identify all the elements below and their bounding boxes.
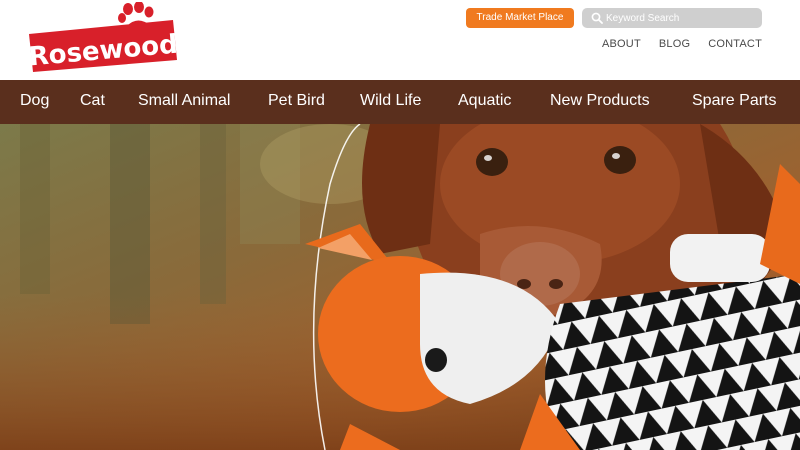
about-link[interactable]: ABOUT xyxy=(602,38,641,50)
nav-item-small-animal[interactable]: Small Animal xyxy=(138,92,230,110)
search-input[interactable] xyxy=(606,8,758,28)
blog-link[interactable]: BLOG xyxy=(659,38,690,50)
nav-item-aquatic[interactable]: Aquatic xyxy=(458,92,511,110)
main-nav: Dog Cat Small Animal Pet Bird Wild Life … xyxy=(0,80,800,124)
hero-image xyxy=(0,124,800,450)
search-icon[interactable] xyxy=(591,12,603,24)
site-header: Rosewood Trade Market Place ABOUT BLOG C… xyxy=(0,0,800,80)
page: Rosewood Trade Market Place ABOUT BLOG C… xyxy=(0,0,800,450)
nav-item-cat[interactable]: Cat xyxy=(80,92,105,110)
utility-links: ABOUT BLOG CONTACT xyxy=(602,38,762,50)
nav-item-pet-bird[interactable]: Pet Bird xyxy=(268,92,325,110)
hero-banner[interactable] xyxy=(0,124,800,450)
nav-item-wild-life[interactable]: Wild Life xyxy=(360,92,421,110)
trade-market-place-button[interactable]: Trade Market Place xyxy=(466,8,574,28)
search-box[interactable] xyxy=(582,8,762,28)
rosewood-logo[interactable]: Rosewood xyxy=(27,2,179,74)
nav-item-new-products[interactable]: New Products xyxy=(550,92,650,110)
nav-item-spare-parts[interactable]: Spare Parts xyxy=(692,92,776,110)
nav-item-dog[interactable]: Dog xyxy=(20,92,49,110)
contact-link[interactable]: CONTACT xyxy=(708,38,762,50)
